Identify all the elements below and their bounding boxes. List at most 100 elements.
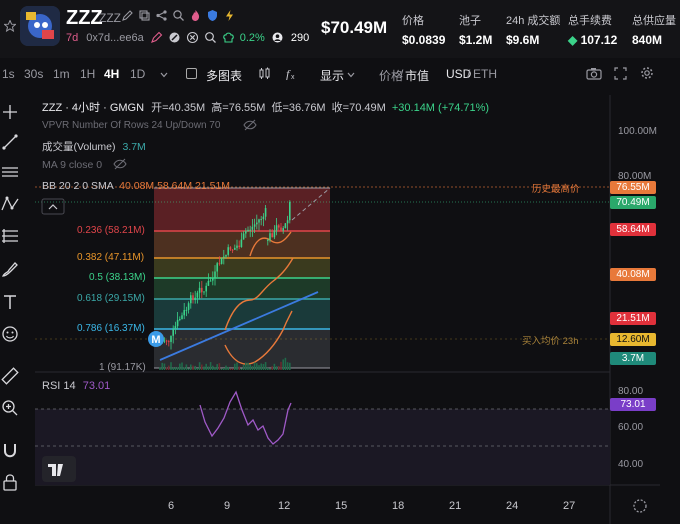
indicators-icon[interactable]: fx bbox=[285, 67, 298, 80]
share-icon[interactable] bbox=[155, 9, 168, 22]
eye-hidden-icon[interactable] bbox=[243, 119, 257, 131]
magnet-icon[interactable] bbox=[0, 440, 20, 460]
brush-icon[interactable] bbox=[0, 259, 20, 279]
chart-toolbar: 1s 30s 1m 1H 4H 1D 多图表 fx 显示 价格 / 市值 USD… bbox=[0, 62, 680, 86]
volume-bar bbox=[190, 364, 192, 370]
stat-total-fees: 总手续费 ◆ 107.12 bbox=[568, 15, 618, 47]
fullscreen-icon[interactable] bbox=[614, 67, 627, 80]
camera-icon[interactable] bbox=[586, 67, 602, 80]
volume-bar bbox=[278, 366, 280, 370]
candle-body bbox=[203, 291, 205, 293]
website-icon[interactable] bbox=[168, 31, 181, 44]
settings-gear-icon[interactable] bbox=[640, 66, 654, 80]
timeframe-30s[interactable]: 30s bbox=[24, 67, 43, 81]
volume-tag: 3.7M bbox=[610, 352, 656, 365]
m-marker[interactable] bbox=[148, 331, 164, 347]
ruler-icon[interactable] bbox=[0, 366, 20, 386]
bb-legend: BB 20 2 0 SMA 40.08M 58.64M 21.51M bbox=[42, 180, 231, 192]
emoji-icon[interactable] bbox=[0, 324, 20, 344]
timeframe-4h[interactable]: 4H bbox=[104, 67, 119, 81]
candle-body bbox=[227, 247, 229, 255]
contract-address[interactable]: 0x7d...ee6a bbox=[86, 32, 144, 44]
volume-bar bbox=[196, 368, 199, 370]
candle-body bbox=[194, 297, 196, 301]
candle-body bbox=[286, 220, 289, 224]
search-icon[interactable] bbox=[172, 9, 185, 22]
vpvr-legend[interactable]: VPVR Number Of Rows 24 Up/Down 70 bbox=[42, 120, 220, 131]
star-icon[interactable] bbox=[4, 20, 16, 32]
volume-bar bbox=[174, 367, 177, 370]
volume-bar bbox=[165, 367, 168, 370]
volume-bar bbox=[225, 365, 227, 370]
collapse-button[interactable] bbox=[41, 198, 65, 215]
zoom-in-icon[interactable] bbox=[0, 398, 20, 418]
lock-icon[interactable] bbox=[0, 472, 20, 492]
chevron-down-icon[interactable] bbox=[347, 72, 355, 78]
volume-series bbox=[159, 357, 291, 370]
chevron-down-icon[interactable] bbox=[160, 72, 168, 78]
mcap-toggle[interactable]: 市值 bbox=[405, 67, 429, 84]
candle-body bbox=[172, 328, 174, 336]
timeframe-1h[interactable]: 1H bbox=[80, 67, 95, 81]
token-header: ZZZ ZZZ 7d 0x7d...ee6a 0.2% 290 $70.49M … bbox=[0, 0, 680, 58]
pattern-icon[interactable] bbox=[0, 194, 20, 214]
volume-bar bbox=[185, 364, 188, 370]
drawing-toolbar bbox=[0, 96, 22, 516]
display-menu[interactable]: 显示 bbox=[320, 67, 344, 84]
x-tick: 9 bbox=[224, 500, 231, 512]
fib-label-0618: 0.618 (29.15M) bbox=[77, 293, 145, 304]
volume-bar bbox=[234, 363, 236, 370]
volume-bar bbox=[242, 364, 245, 370]
candle-body bbox=[225, 254, 227, 257]
lightning-icon bbox=[226, 10, 233, 21]
pen-icon[interactable] bbox=[150, 31, 163, 44]
fib-label-0236: 0.236 (58.21M) bbox=[77, 225, 145, 236]
axis-settings-icon[interactable] bbox=[633, 499, 647, 513]
trendline-icon[interactable] bbox=[0, 132, 20, 152]
volume-bar bbox=[253, 362, 256, 370]
multi-chart-checkbox[interactable] bbox=[186, 68, 197, 79]
fib-label-1: 1 (91.17K) bbox=[99, 362, 146, 373]
stat-pool: 池子 $1.2M bbox=[459, 15, 493, 47]
candle-body bbox=[201, 287, 203, 293]
candle-body bbox=[242, 233, 245, 240]
x-tick: 27 bbox=[563, 500, 576, 512]
x-tick: 18 bbox=[392, 500, 405, 512]
volume-bar bbox=[245, 362, 247, 370]
candle-body bbox=[229, 247, 232, 250]
timeframe-1m[interactable]: 1m bbox=[53, 67, 70, 81]
fib-label-0786: 0.786 (16.37M) bbox=[77, 323, 145, 334]
volume-bar bbox=[194, 365, 196, 370]
candle-body bbox=[181, 315, 183, 320]
eye-hidden-icon[interactable] bbox=[113, 158, 127, 170]
text-tool-icon[interactable] bbox=[0, 292, 20, 312]
rsi-line bbox=[199, 390, 292, 445]
candle-body bbox=[249, 229, 251, 231]
volume-bar bbox=[179, 363, 181, 370]
volume-bar bbox=[264, 362, 267, 370]
timeframe-1s[interactable]: 1s bbox=[2, 67, 15, 81]
volume-bar bbox=[223, 367, 225, 370]
horizontal-lines-icon[interactable] bbox=[0, 162, 20, 182]
crosshair-icon[interactable] bbox=[0, 102, 20, 122]
volume-bar bbox=[238, 366, 240, 370]
volume-bar bbox=[229, 368, 232, 370]
candle-body bbox=[170, 335, 172, 342]
x-tick: 15 bbox=[335, 500, 348, 512]
search-icon[interactable] bbox=[204, 31, 217, 44]
copy-icon[interactable] bbox=[138, 9, 151, 22]
x-social-icon[interactable] bbox=[186, 31, 199, 44]
ma-legend[interactable]: MA 9 close 0 bbox=[42, 159, 102, 171]
eth-toggle[interactable]: ETH bbox=[473, 67, 497, 81]
trend-line bbox=[159, 291, 319, 361]
candle-body bbox=[269, 233, 271, 240]
timeframe-1d[interactable]: 1D bbox=[130, 67, 145, 81]
candle-body bbox=[240, 239, 243, 248]
candle-style-icon[interactable] bbox=[258, 67, 271, 80]
fib-retracement-icon[interactable] bbox=[0, 226, 20, 246]
edit-icon[interactable] bbox=[121, 9, 134, 22]
candle-body bbox=[220, 257, 223, 264]
candle-body bbox=[260, 219, 262, 221]
multi-chart-label[interactable]: 多图表 bbox=[206, 67, 242, 84]
candle-body bbox=[159, 343, 161, 345]
